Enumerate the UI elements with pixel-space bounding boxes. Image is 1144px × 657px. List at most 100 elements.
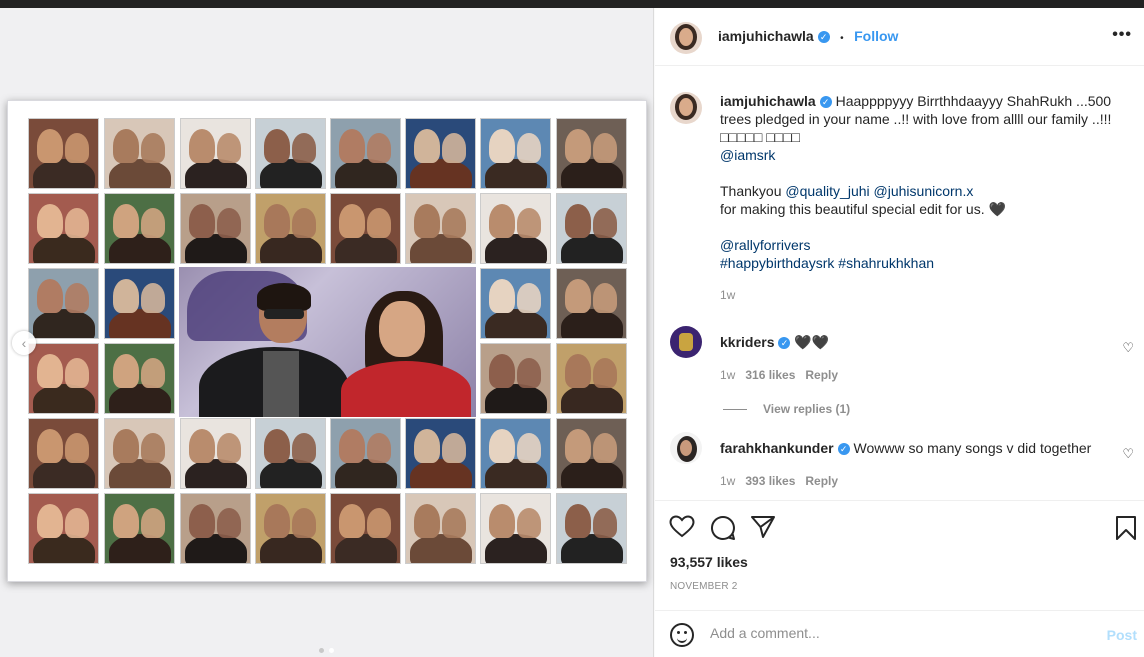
- collage-thumbnail: [104, 343, 175, 414]
- caption-timestamp[interactable]: 1w: [720, 286, 1132, 304]
- collage-thumbnail: [480, 118, 551, 189]
- comment-meta: 1w 316 likes Reply: [720, 368, 838, 382]
- collage-thumbnail: [480, 418, 551, 489]
- collage-thumbnail: [480, 343, 551, 414]
- collage-thumbnail: [104, 118, 175, 189]
- man-figure: [199, 283, 349, 417]
- comment-timestamp[interactable]: 1w: [720, 474, 735, 488]
- collage-thumbnail: [330, 118, 401, 189]
- mention-link[interactable]: @rallyforrivers: [720, 237, 810, 253]
- collage-thumbnail: [405, 118, 476, 189]
- collage-thumbnail: [180, 418, 251, 489]
- carousel-dot[interactable]: [319, 648, 324, 653]
- verified-badge-icon: ✓: [819, 96, 832, 109]
- collage-thumbnail: [28, 268, 99, 339]
- collage-thumbnail: [104, 193, 175, 264]
- collage-thumbnail: [28, 193, 99, 264]
- post-header: iamjuhichawla ✓ • Follow •••: [655, 8, 1144, 66]
- woman-figure: [335, 291, 475, 417]
- comment-text: Wowww so many songs v did together: [853, 440, 1092, 456]
- emoji-smiley-icon[interactable]: [670, 623, 694, 647]
- caption-username[interactable]: iamjuhichawla: [720, 93, 816, 109]
- collage-thumbnail: [255, 193, 326, 264]
- author-avatar[interactable]: [670, 22, 702, 54]
- collage-thumbnail: [556, 493, 627, 564]
- share-paper-plane-icon[interactable]: [750, 515, 776, 539]
- view-replies-button[interactable]: View replies (1): [723, 402, 850, 416]
- comment-timestamp[interactable]: 1w: [720, 368, 735, 382]
- comment-reply-button[interactable]: Reply: [805, 368, 838, 382]
- collage-thumbnail: [28, 493, 99, 564]
- save-bookmark-icon[interactable]: [1115, 515, 1137, 541]
- comment-reply-button[interactable]: Reply: [805, 474, 838, 488]
- post-comment-button[interactable]: Post: [1107, 627, 1137, 643]
- collage-thumbnail: [330, 418, 401, 489]
- header-separator: •: [840, 33, 844, 44]
- comment-item: kkriders ✓ 🖤🖤: [720, 334, 829, 351]
- post-media-pane: ‹: [0, 8, 654, 657]
- follow-button[interactable]: Follow: [854, 28, 898, 44]
- collage-thumbnail: [28, 118, 99, 189]
- collage-thumbnail: [255, 493, 326, 564]
- collage-thumbnail: [180, 493, 251, 564]
- likes-count[interactable]: 93,557 likes: [670, 554, 748, 570]
- comment-username[interactable]: kkriders: [720, 334, 774, 350]
- like-heart-icon[interactable]: [669, 515, 695, 539]
- collage-thumbnail: [405, 193, 476, 264]
- carousel-dots: [319, 648, 334, 653]
- collage-thumbnail: [556, 118, 627, 189]
- post-caption: iamjuhichawla ✓ Haappppyyy Birrthhdaayyy …: [720, 92, 1132, 304]
- add-comment-input[interactable]: [710, 625, 1090, 641]
- mention-link[interactable]: @juhisunicorn.x: [874, 183, 974, 199]
- carousel-prev-button[interactable]: ‹: [12, 331, 36, 355]
- comment-like-heart-icon[interactable]: ♡: [1122, 340, 1134, 356]
- collage-thumbnail: [255, 118, 326, 189]
- verified-badge-icon: ✓: [837, 443, 850, 456]
- post-date[interactable]: NOVEMBER 2: [670, 581, 738, 592]
- caption-avatar[interactable]: [670, 92, 702, 124]
- browser-top-strip: [0, 0, 1144, 8]
- comment-item: farahkhankunder ✓ Wowww so many songs v d…: [720, 440, 1091, 456]
- collage-thumbnail: [28, 343, 99, 414]
- collage-thumbnail: [480, 493, 551, 564]
- collage-thumbnail: [104, 418, 175, 489]
- comment-likes-count[interactable]: 393 likes: [745, 474, 795, 488]
- collage-thumbnail: [330, 193, 401, 264]
- collage-thumbnail: [405, 493, 476, 564]
- collage-thumbnail: [180, 193, 251, 264]
- caption-thanks-prefix: Thankyou: [720, 183, 786, 199]
- comment-avatar[interactable]: [670, 432, 702, 464]
- comment-bubble-icon[interactable]: [710, 515, 736, 541]
- collage-thumbnail: [556, 343, 627, 414]
- collage-thumbnail: [480, 268, 551, 339]
- comment-likes-count[interactable]: 316 likes: [745, 368, 795, 382]
- carousel-dot-active[interactable]: [329, 648, 334, 653]
- collage-thumbnail: [405, 418, 476, 489]
- photo-collage: [7, 100, 647, 582]
- post-details-pane: iamjuhichawla ✓ • Follow ••• iamjuhichawl…: [655, 8, 1144, 657]
- collage-thumbnail: [180, 118, 251, 189]
- collage-thumbnail: [556, 268, 627, 339]
- verified-badge-icon: ✓: [817, 30, 830, 43]
- chevron-left-icon: ‹: [21, 335, 27, 351]
- add-comment-bar: Post: [655, 610, 1144, 657]
- collage-thumbnail: [104, 493, 175, 564]
- collage-thumbnail: [28, 418, 99, 489]
- comment-like-heart-icon[interactable]: ♡: [1122, 446, 1134, 462]
- comment-avatar[interactable]: [670, 326, 702, 358]
- author-username[interactable]: iamjuhichawla: [718, 28, 814, 44]
- collage-center-photo: [179, 267, 476, 417]
- view-replies-label: View replies (1): [763, 402, 851, 416]
- collage-thumbnail: [104, 268, 175, 339]
- comment-username[interactable]: farahkhankunder: [720, 440, 834, 456]
- hashtags-link[interactable]: #happybirthdaysrk #shahrukhkhan: [720, 255, 934, 271]
- more-options-icon[interactable]: •••: [1112, 26, 1132, 44]
- comments-list: iamjuhichawla ✓ Haappppyyy Birrthhdaayyy …: [655, 66, 1144, 500]
- collage-thumbnail: [255, 418, 326, 489]
- collage-thumbnail: [556, 193, 627, 264]
- collage-thumbnail: [556, 418, 627, 489]
- post-actions: 93,557 likes NOVEMBER 2: [655, 500, 1144, 610]
- mention-link[interactable]: @quality_juhi: [785, 183, 869, 199]
- comment-text: 🖤🖤: [794, 334, 830, 350]
- mention-link[interactable]: @iamsrk: [720, 147, 775, 163]
